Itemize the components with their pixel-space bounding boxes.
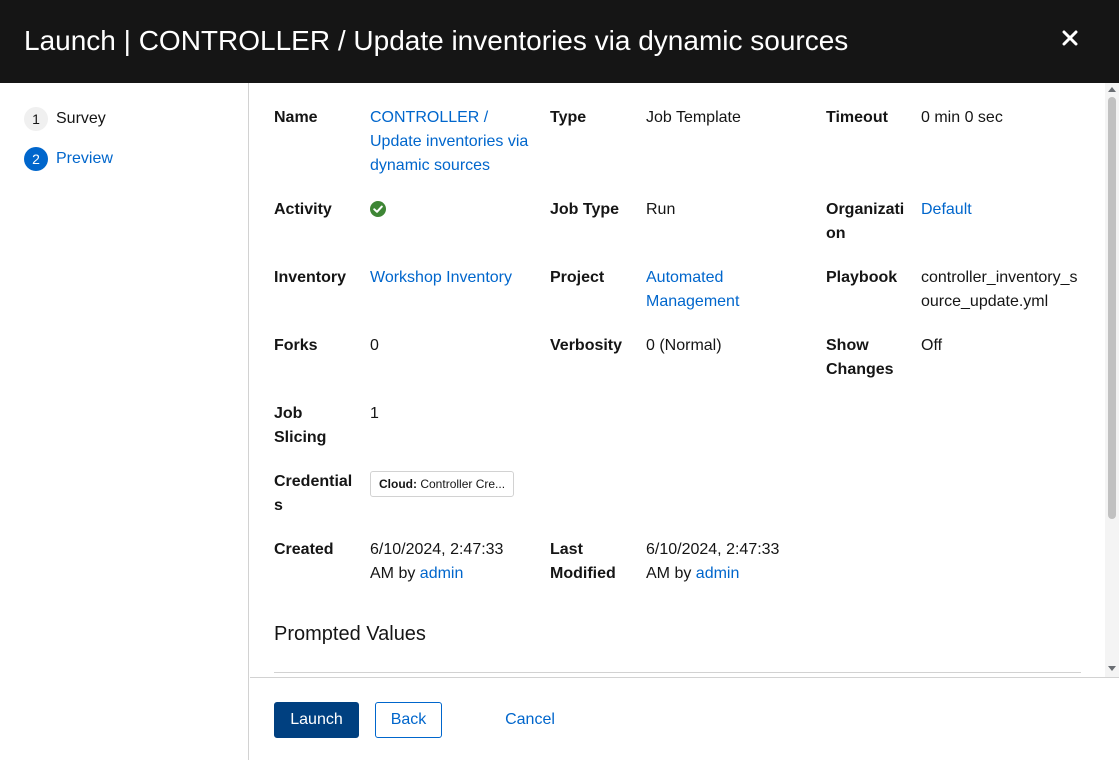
last-modified-by-link[interactable]: admin	[696, 565, 740, 582]
job-slicing-label: Job Slicing	[274, 405, 327, 446]
step-number: 2	[24, 147, 48, 171]
close-icon	[1062, 30, 1078, 46]
credential-name: Controller Cre...	[420, 477, 506, 491]
scroll-thumb[interactable]	[1108, 97, 1116, 519]
credential-type: Cloud:	[379, 477, 417, 491]
forks-value: 0	[370, 337, 379, 354]
credentials-label: Credentials	[274, 473, 353, 514]
divider	[274, 672, 1081, 673]
back-button[interactable]: Back	[375, 702, 442, 738]
organization-value: Default	[921, 198, 1081, 222]
project-label: Project	[550, 269, 605, 286]
verbosity-value: 0 (Normal)	[646, 337, 722, 354]
inventory-label: Inventory	[274, 269, 347, 286]
type-label: Type	[550, 109, 587, 126]
timeout-label: Timeout	[826, 109, 888, 126]
name-value: CONTROLLER / Update inventories via dyna…	[370, 106, 535, 178]
show-changes-label: Show Changes	[826, 337, 894, 378]
created-label: Created	[274, 541, 334, 558]
wizard-step-survey[interactable]: 1 Survey	[24, 107, 106, 131]
modal-footer: Launch Back Cancel	[250, 677, 1119, 760]
organization-label: Organization	[826, 201, 905, 242]
cancel-button[interactable]: Cancel	[490, 702, 570, 738]
activity-label: Activity	[274, 201, 332, 218]
timeout-value: 0 min 0 sec	[921, 109, 1003, 126]
last-modified-label: Last Modified	[550, 541, 616, 582]
launch-button[interactable]: Launch	[274, 702, 359, 738]
project-value: Automated Management	[646, 266, 766, 314]
prompted-values-title: Prompted Values	[274, 623, 426, 645]
job-type-label: Job Type	[550, 201, 620, 218]
credential-chip[interactable]: Cloud: Controller Cre...	[370, 471, 515, 497]
organization-link[interactable]: Default	[921, 201, 972, 218]
inventory-value: Workshop Inventory	[370, 266, 535, 290]
activity-value	[370, 201, 386, 225]
inventory-link[interactable]: Workshop Inventory	[370, 269, 512, 286]
close-button[interactable]	[1056, 24, 1084, 52]
name-link[interactable]: CONTROLLER / Update inventories via dyna…	[370, 109, 528, 174]
scrollbar[interactable]	[1105, 83, 1119, 677]
show-changes-value: Off	[921, 337, 943, 354]
created-value: 6/10/2024, 2:47:33 AM by admin	[370, 538, 520, 586]
modal-title: Launch | CONTROLLER / Update inventories…	[24, 25, 849, 56]
modal-header: Launch | CONTROLLER / Update inventories…	[0, 0, 1119, 83]
step-label: Survey	[56, 110, 106, 127]
scroll-up-arrow-icon[interactable]	[1108, 87, 1116, 92]
step-label: Preview	[56, 150, 113, 167]
forks-label: Forks	[274, 337, 318, 354]
wizard-step-preview[interactable]: 2 Preview	[24, 147, 113, 171]
success-check-icon	[370, 201, 386, 217]
project-link[interactable]: Automated Management	[646, 269, 739, 310]
playbook-label: Playbook	[826, 269, 898, 286]
verbosity-label: Verbosity	[550, 337, 623, 354]
playbook-value: controller_inventory_source_update.yml	[921, 269, 1078, 310]
name-label: Name	[274, 109, 318, 126]
type-value: Job Template	[646, 109, 741, 126]
scroll-down-arrow-icon[interactable]	[1108, 666, 1116, 671]
job-slicing-value: 1	[370, 405, 379, 422]
step-number: 1	[24, 107, 48, 131]
job-type-value: Run	[646, 201, 676, 218]
preview-panel: Name CONTROLLER / Update inventories via…	[250, 83, 1105, 677]
last-modified-value: 6/10/2024, 2:47:33 AM by admin	[646, 538, 796, 586]
created-by-link[interactable]: admin	[420, 565, 464, 582]
wizard-nav: 1 Survey 2 Preview	[0, 83, 249, 760]
